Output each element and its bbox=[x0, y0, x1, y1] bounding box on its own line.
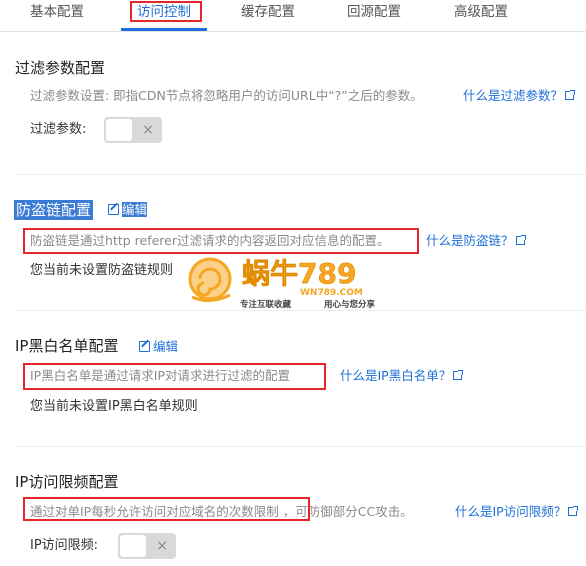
filter-field-label: 过滤参数: bbox=[30, 122, 87, 137]
tab-access-control[interactable]: 访问控制 bbox=[137, 2, 191, 22]
filter-section-title: 过滤参数配置 bbox=[15, 59, 106, 77]
ip-list-section-title: IP黑白名单配置 bbox=[15, 337, 119, 355]
toggle-knob bbox=[106, 119, 132, 141]
tab-basic-config[interactable]: 基本配置 bbox=[30, 2, 84, 22]
external-link-icon bbox=[453, 370, 464, 380]
ip-list-empty-text: 您当前未设置IP黑白名单规则 bbox=[30, 399, 198, 414]
tab-bar: 基本配置 访问控制 缓存配置 回源配置 高级配置 bbox=[0, 0, 586, 32]
section-divider bbox=[14, 174, 586, 175]
filter-help-link[interactable]: 什么是过滤参数？ bbox=[463, 87, 576, 105]
close-icon: × bbox=[142, 122, 154, 138]
ip-list-edit-label: 编辑 bbox=[153, 339, 179, 354]
watermark-brand: 蜗牛789 bbox=[242, 257, 356, 290]
watermark-domain: WN789.COM bbox=[300, 288, 363, 298]
referer-help-link[interactable]: 什么是防盗链？ bbox=[426, 232, 526, 250]
close-icon: × bbox=[156, 538, 168, 554]
referer-description: 防盗链是通过http referer过滤请求的内容返回对应信息的配置。 bbox=[30, 233, 390, 248]
watermark-slogan-right: 用心与您分享 bbox=[323, 299, 376, 310]
tab-origin-config[interactable]: 回源配置 bbox=[347, 2, 401, 22]
watermark-logo: 蜗牛789 WN789.COM 专注互联收藏 用心与您分享 bbox=[188, 257, 376, 310]
ip-freq-section-title: IP访问限频配置 bbox=[15, 473, 119, 491]
referer-section-title: 防盗链配置 bbox=[14, 200, 94, 220]
ip-list-description: IP黑白名单是通过请求IP对请求进行过滤的配置 bbox=[30, 368, 290, 383]
referer-empty-text: 您当前未设置防盗链规则 bbox=[30, 263, 174, 278]
edit-icon bbox=[108, 204, 119, 215]
tab-cache-config[interactable]: 缓存配置 bbox=[241, 2, 295, 22]
referer-edit-button[interactable]: 编辑 bbox=[108, 201, 148, 219]
toggle-knob bbox=[120, 535, 146, 557]
external-link-icon bbox=[568, 506, 579, 516]
edit-icon bbox=[139, 341, 150, 352]
external-link-icon bbox=[565, 90, 576, 100]
filter-toggle[interactable]: × bbox=[104, 117, 162, 143]
ip-freq-toggle[interactable]: × bbox=[118, 533, 176, 559]
ip-freq-field-label: IP访问限频: bbox=[30, 538, 99, 553]
filter-description: 过滤参数设置: 即指CDN节点将忽略用户的访问URL中“?”之后的参数。 bbox=[30, 88, 423, 103]
ip-list-edit-button[interactable]: 编辑 bbox=[139, 338, 178, 356]
external-link-icon bbox=[515, 235, 526, 245]
tab-advanced-config[interactable]: 高级配置 bbox=[454, 2, 508, 22]
section-divider bbox=[14, 310, 586, 311]
ip-freq-help-link[interactable]: 什么是IP访问限频？ bbox=[455, 503, 579, 521]
watermark-slogan-left: 专注互联收藏 bbox=[240, 299, 292, 310]
referer-edit-label: 编辑 bbox=[122, 202, 148, 217]
section-divider bbox=[14, 446, 586, 447]
ip-list-help-link[interactable]: 什么是IP黑白名单？ bbox=[340, 367, 464, 385]
active-tab-indicator bbox=[121, 28, 207, 31]
ip-freq-description: 通过对单IP每秒允许访问对应域名的次数限制 ，可防御部分CC攻击。 bbox=[30, 504, 413, 519]
